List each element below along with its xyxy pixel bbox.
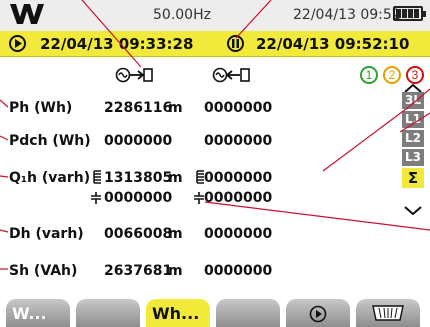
period-bar: 22/04/13 09:33:28 22/04/13 09:52:10 <box>0 31 430 57</box>
energy-generated-icon <box>212 67 250 83</box>
capacitive-icon <box>91 192 101 204</box>
tab-l3[interactable]: L3 <box>402 149 424 166</box>
phase-1-indicator: 1 <box>360 66 378 84</box>
play-icon <box>309 305 327 323</box>
sh-generated-value: 0000000 <box>204 263 273 279</box>
inductive-icon <box>93 170 101 184</box>
fkey-trash[interactable] <box>356 299 420 327</box>
fkey-wh[interactable]: Wh... <box>146 299 210 327</box>
pdch-generated-value: 0000000 <box>204 133 273 149</box>
fkey-blank-1[interactable] <box>76 299 140 327</box>
sh-consumed-value: 2637681 <box>104 263 173 279</box>
dh-generated-value: 0000000 <box>204 226 273 242</box>
q1h-generated-inductive-value: 0000000 <box>204 170 273 186</box>
trash-icon <box>372 305 404 321</box>
row-label-q1h: Q₁h (varh) <box>9 170 91 186</box>
row-label-ph: Ph (Wh) <box>9 100 73 116</box>
sh-consumed-unit: m <box>168 263 183 279</box>
fkey-blank-2[interactable] <box>216 299 280 327</box>
pause-icon <box>227 35 244 52</box>
period-start: 22/04/13 09:33:28 <box>40 35 194 53</box>
datetime-readout: 22/04/13 09:52 <box>293 7 401 23</box>
phase-3-indicator: 3 <box>406 66 424 84</box>
q1h-consumed-inductive-value: 1313805 <box>104 170 173 186</box>
status-bar: 50.00Hz 22/04/13 09:52 <box>0 0 430 31</box>
screen: 50.00Hz 22/04/13 09:52 22/04/13 09:33:28… <box>0 0 430 327</box>
dh-consumed-value: 0066008 <box>104 226 173 242</box>
q1h-consumed-unit: m <box>168 170 183 186</box>
battery-icon <box>393 6 426 21</box>
tab-l2[interactable]: L2 <box>402 130 424 147</box>
ph-consumed-unit: m <box>168 100 183 116</box>
tab-3l[interactable]: 3L <box>402 92 424 109</box>
row-label-sh: Sh (VAh) <box>9 263 78 279</box>
scroll-down-icon[interactable] <box>404 206 422 215</box>
w-mode-icon <box>10 4 44 24</box>
fkey-w-label: W... <box>12 304 47 323</box>
energy-consumed-icon <box>115 67 153 83</box>
row-label-dh: Dh (varh) <box>9 226 84 242</box>
tab-l1[interactable]: L1 <box>402 111 424 128</box>
ph-generated-value: 0000000 <box>204 100 273 116</box>
q1h-consumed-capacitive-value: 0000000 <box>104 190 173 206</box>
pdch-consumed-value: 0000000 <box>104 133 173 149</box>
phase-2-indicator: 2 <box>383 66 401 84</box>
row-label-pdch: Pdch (Wh) <box>9 133 91 149</box>
dh-consumed-unit: m <box>168 226 183 242</box>
frequency-readout: 50.00Hz <box>153 7 211 23</box>
fkey-w[interactable]: W... <box>6 299 70 327</box>
fkey-play[interactable] <box>286 299 350 327</box>
fkey-wh-label: Wh... <box>152 304 200 323</box>
q1h-generated-capacitive-value: 0000000 <box>204 190 273 206</box>
tab-sum[interactable]: Σ <box>402 168 424 188</box>
ph-consumed-value: 2286116 <box>104 100 173 116</box>
play-icon <box>9 35 26 52</box>
period-end: 22/04/13 09:52:10 <box>256 35 410 53</box>
